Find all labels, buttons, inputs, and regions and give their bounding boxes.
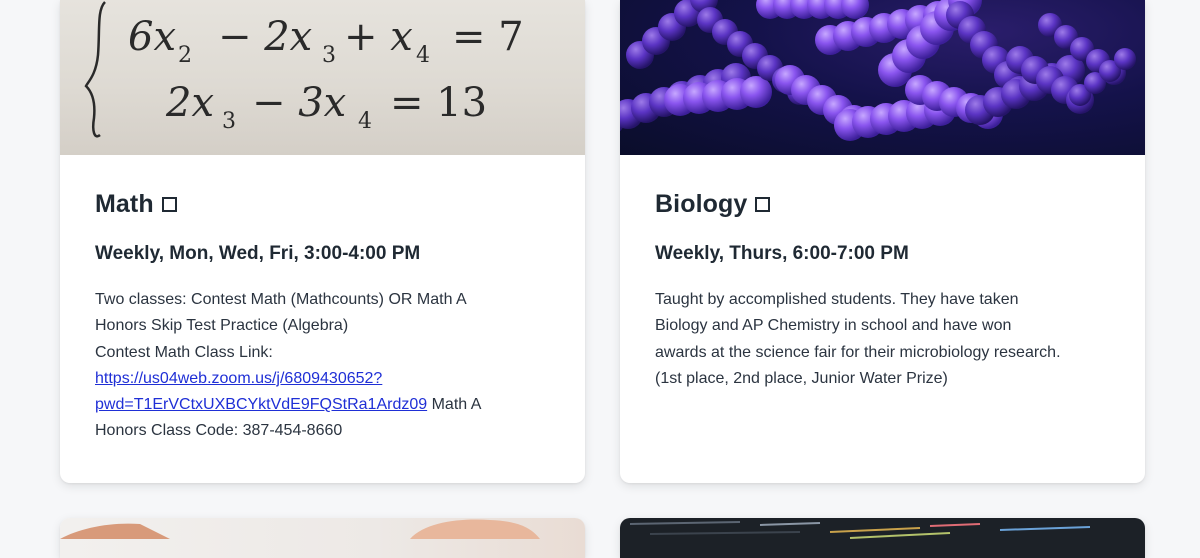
bacteria-cell [1114,48,1136,70]
math-desc-line: Honors Class Code: 387-454-8660 [95,422,343,440]
math-equation-image: 6x 2 − 2x 3 + x 4 = 7 2x 3 − 3x 4 = 13 [60,0,585,155]
math-schedule: Weekly, Mon, Wed, Fri, 3:00-4:00 PM [95,243,421,264]
hand-image [60,518,585,558]
math-card-body: Math Weekly, Mon, Wed, Fri, 3:00-4:00 PM… [60,155,585,445]
biology-desc-line: (1st place, 2nd place, Junior Water Priz… [655,369,948,387]
square-icon [161,197,177,212]
math-card-title[interactable]: Math [95,190,550,219]
math-card: 6x 2 − 2x 3 + x 4 = 7 2x 3 − 3x 4 = 13 M… [60,0,585,483]
biology-desc-line: Taught by accomplished students. They ha… [655,291,1019,308]
square-icon [755,197,771,212]
biology-card-body: Biology Weekly, Thurs, 6:00-7:00 PM Taug… [620,155,1145,392]
eq2-term-b-sub: 4 [358,109,372,134]
eq1-term-a: 6x [128,14,176,60]
code-graphic [629,521,1091,539]
eq2-term-c: = 13 [390,80,487,126]
eq2-term-a: 2x [165,80,214,126]
biology-description: Taught by accomplished students. They ha… [655,287,1110,392]
biology-card-title[interactable]: Biology [655,190,1110,219]
next-card-left [60,518,585,558]
eq1-term-c-sub: 4 [416,43,430,68]
contest-math-link-cont[interactable]: pwd=T1ErVCtxUXBCYktVdE9FQStRa1Ardz09 [95,396,427,413]
math-description: Two classes: Contest Math (Mathcounts) O… [95,287,550,445]
eq2-term-b: − 3x [252,80,346,126]
math-desc-line: Honors Skip Test Practice (Algebra) [95,317,349,335]
biology-desc-line: awards at the science fair for their mic… [655,343,1061,361]
code-image [620,518,1145,558]
biology-desc-line: Biology and AP Chemistry in school and h… [655,317,1012,335]
hand-graphic [60,519,540,539]
eq1-term-a-sub: 2 [178,43,192,68]
biology-card: Biology Weekly, Thurs, 6:00-7:00 PM Taug… [620,0,1145,483]
eq1-term-d: = 7 [452,14,524,60]
bacteria-cell [740,76,772,108]
biology-title-text: Biology [655,190,748,218]
eq1-term-b-sub: 3 [322,43,336,68]
equation-graphic: 6x 2 − 2x 3 + x 4 = 7 2x 3 − 3x 4 = 13 [84,1,524,138]
bacteria-image [620,0,1145,155]
eq2-term-a-sub: 3 [222,109,236,134]
next-card-right [620,518,1145,558]
contest-math-link[interactable]: https://us04web.zoom.us/j/6809430652? [95,370,382,387]
bacteria-graphic [620,0,1136,141]
eq1-term-b: − 2x [218,14,312,60]
biology-schedule: Weekly, Thurs, 6:00-7:00 PM [655,243,909,264]
eq1-term-c: + x [344,14,413,60]
math-desc-line: Contest Math Class Link: [95,343,273,361]
math-desc-line: Two classes: Contest Math (Mathcounts) O… [95,291,467,308]
math-title-text: Math [95,190,154,218]
brace-mark [84,1,106,138]
math-desc-after-link: Math A [427,396,482,414]
